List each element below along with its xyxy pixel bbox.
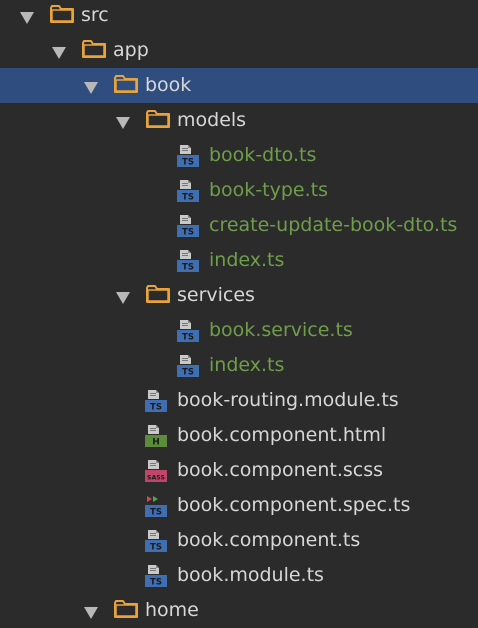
tree-item-label: book-dto.ts	[209, 144, 317, 166]
svg-text:H: H	[152, 438, 160, 448]
tree-file-index-ts[interactable]: TS index.ts	[0, 243, 478, 278]
tree-file-book-component-html[interactable]: Hbook.component.html	[0, 418, 478, 453]
ts-file-icon: TS	[144, 388, 170, 414]
tree-item-label: index.ts	[209, 249, 285, 271]
svg-text:TS: TS	[150, 508, 162, 518]
ts-file-icon: TS	[176, 178, 202, 204]
tree-item-label: book.component.ts	[177, 529, 361, 551]
svg-text:SASS: SASS	[147, 475, 165, 482]
folder-icon	[114, 74, 138, 94]
chevron-down-icon[interactable]	[19, 8, 35, 24]
tree-file-book-component-spec-ts[interactable]: TS book.component.spec.ts	[0, 488, 478, 523]
tree-folder-models[interactable]: models	[0, 103, 478, 138]
chevron-down-icon[interactable]	[51, 43, 67, 59]
tree-folder-home[interactable]: home	[0, 593, 478, 628]
tree-item-label: app	[113, 39, 149, 61]
ts-file-icon: TS	[176, 318, 202, 344]
svg-text:TS: TS	[150, 403, 162, 413]
ts-file-icon: TS	[176, 143, 202, 169]
sass-file-icon: SASS	[144, 458, 170, 484]
tree-item-label: create-update-book-dto.ts	[209, 214, 458, 236]
tree-item-label: book-type.ts	[209, 179, 329, 201]
chevron-down-icon[interactable]	[83, 603, 99, 619]
tree-item-label: index.ts	[209, 354, 285, 376]
tree-folder-book[interactable]: book	[0, 68, 478, 103]
tree-file-create-update-book-dto-ts[interactable]: TS create-update-book-dto.ts	[0, 208, 478, 243]
project-file-tree: src app book models TS book-dto.ts TS book-type…	[0, 0, 478, 621]
folder-icon	[82, 39, 106, 59]
tree-item-label: book.component.html	[177, 424, 387, 446]
tree-item-label: book-routing.module.ts	[177, 389, 399, 411]
ts-file-icon: TS	[144, 563, 170, 589]
tree-item-label: models	[177, 109, 247, 131]
tree-item-label: book.component.scss	[177, 459, 384, 481]
tree-file-book-type-ts[interactable]: TS book-type.ts	[0, 173, 478, 208]
chevron-down-icon[interactable]	[83, 78, 99, 94]
ts-file-icon: TS	[176, 353, 202, 379]
tree-file-book-component-ts[interactable]: TS book.component.ts	[0, 523, 478, 558]
svg-text:TS: TS	[150, 543, 162, 553]
tree-file-book-routing-module-ts[interactable]: TS book-routing.module.ts	[0, 383, 478, 418]
svg-text:TS: TS	[182, 263, 194, 273]
chevron-down-icon[interactable]	[115, 288, 131, 304]
tree-folder-services[interactable]: services	[0, 278, 478, 313]
svg-text:TS: TS	[182, 228, 194, 238]
tree-item-label: src	[81, 4, 109, 26]
test-file-icon: TS	[144, 493, 170, 519]
tree-item-label: book.module.ts	[177, 564, 324, 586]
tree-file-index-ts[interactable]: TS index.ts	[0, 348, 478, 383]
tree-item-label: book.component.spec.ts	[177, 494, 411, 516]
tree-item-label: book.service.ts	[209, 319, 353, 341]
html-file-icon: H	[144, 423, 170, 449]
svg-text:TS: TS	[150, 578, 162, 588]
tree-file-book-service-ts[interactable]: TS book.service.ts	[0, 313, 478, 348]
tree-folder-app[interactable]: app	[0, 33, 478, 68]
ts-file-icon: TS	[144, 528, 170, 554]
tree-item-label: services	[177, 284, 255, 306]
folder-icon	[146, 284, 170, 304]
chevron-down-icon[interactable]	[115, 113, 131, 129]
svg-text:TS: TS	[182, 193, 194, 203]
folder-icon	[114, 599, 138, 619]
svg-text:TS: TS	[182, 158, 194, 168]
svg-text:TS: TS	[182, 368, 194, 378]
ts-file-icon: TS	[176, 213, 202, 239]
tree-file-book-component-scss[interactable]: SASS book.component.scss	[0, 453, 478, 488]
tree-item-label: book	[145, 74, 192, 96]
folder-icon	[50, 4, 74, 24]
tree-folder-src[interactable]: src	[0, 0, 478, 33]
tree-file-book-dto-ts[interactable]: TS book-dto.ts	[0, 138, 478, 173]
folder-icon	[146, 109, 170, 129]
tree-file-book-module-ts[interactable]: TS book.module.ts	[0, 558, 478, 593]
svg-text:TS: TS	[182, 333, 194, 343]
ts-file-icon: TS	[176, 248, 202, 274]
tree-item-label: home	[145, 599, 199, 621]
